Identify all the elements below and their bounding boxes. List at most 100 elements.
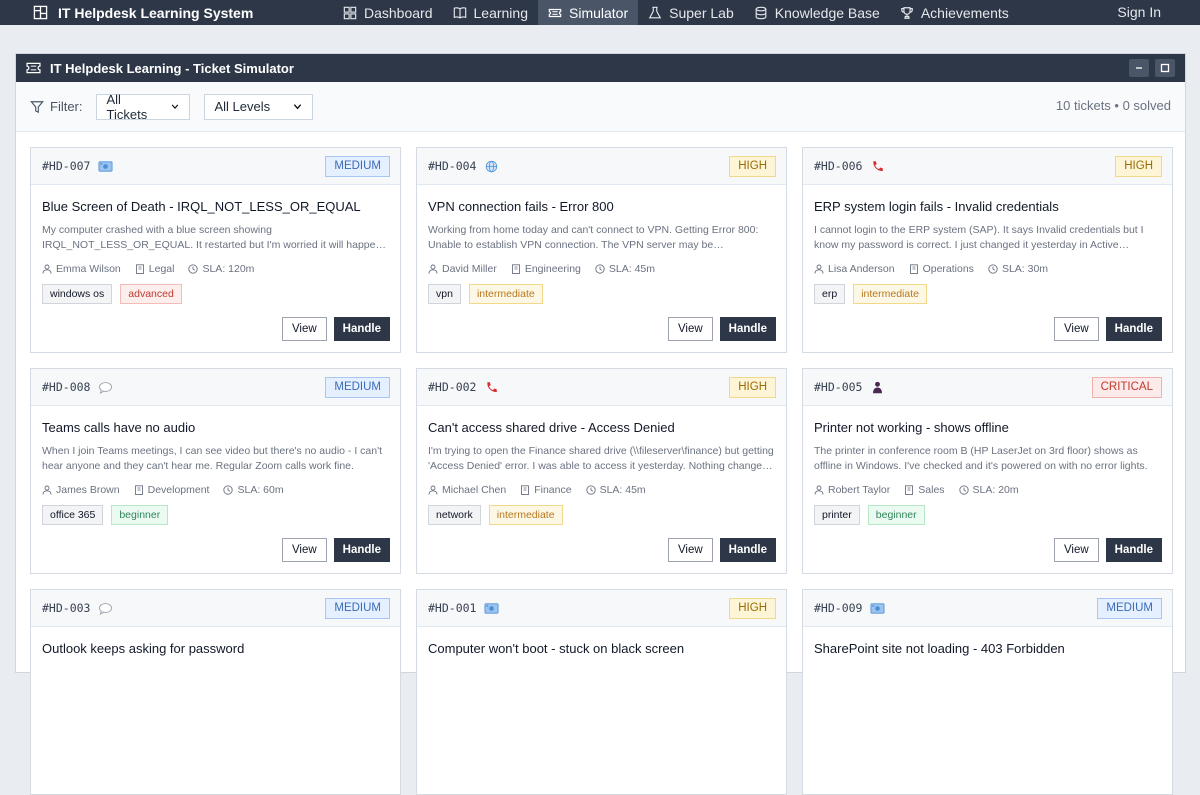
ticket-sla: SLA: 45m xyxy=(608,263,655,275)
ticket-user: Lisa Anderson xyxy=(828,263,895,275)
brand[interactable]: IT Helpdesk Learning System xyxy=(0,5,253,21)
view-button[interactable]: View xyxy=(281,317,327,341)
view-button[interactable]: View xyxy=(667,538,713,562)
category-tag: windows os xyxy=(42,284,113,304)
building-icon xyxy=(909,264,918,274)
ticket-card[interactable]: #HD-001 HIGH Computer won't boot - stuck o… xyxy=(416,589,787,795)
email-icon xyxy=(870,602,885,615)
ticket-title: Can't access shared drive - Access Denie… xyxy=(428,420,675,435)
view-button[interactable]: View xyxy=(1053,538,1099,562)
level-tag: intermediate xyxy=(468,284,543,304)
maximize-button[interactable] xyxy=(1155,59,1175,77)
ticket-sla: SLA: 120m xyxy=(202,263,255,275)
ticket-card[interactable]: #HD-009 MEDIUM SharePoint site not loading… xyxy=(802,589,1173,795)
ticket-meta: David Miller Engineering SLA: 45m xyxy=(428,263,775,275)
email-icon xyxy=(98,160,113,173)
handle-button[interactable]: Handle xyxy=(333,538,390,562)
ticket-card[interactable]: #HD-004 HIGH VPN connection fails - Error … xyxy=(416,147,787,353)
ticket-user: David Miller xyxy=(442,263,497,275)
handle-button[interactable]: Handle xyxy=(719,538,776,562)
ticket-department: Engineering xyxy=(524,263,581,275)
clock-icon xyxy=(585,485,596,495)
ticket-card-header: #HD-003 MEDIUM xyxy=(31,590,400,627)
maximize-icon xyxy=(1160,63,1170,73)
minimize-icon xyxy=(1136,67,1142,69)
nav-super-lab-label: Super Lab xyxy=(669,4,734,21)
building-icon xyxy=(135,264,144,274)
window-titlebar: IT Helpdesk Learning - Ticket Simulator xyxy=(16,54,1185,82)
level-tag: beginner xyxy=(867,505,925,525)
ticket-title: ERP system login fails - Invalid credent… xyxy=(814,199,1059,214)
nav-super-lab[interactable]: Super Lab xyxy=(638,0,744,25)
ticket-sla: SLA: 45m xyxy=(599,484,646,496)
view-button[interactable]: View xyxy=(281,538,327,562)
ticket-user: Emma Wilson xyxy=(56,263,121,275)
ticket-card[interactable]: #HD-003 MEDIUM Outlook keeps asking for pa… xyxy=(30,589,401,795)
priority-badge: MEDIUM xyxy=(1097,598,1162,619)
ticket-id: #HD-004 xyxy=(428,159,477,173)
minimize-button[interactable] xyxy=(1129,59,1149,77)
ticket-department: Operations xyxy=(922,263,974,275)
view-button[interactable]: View xyxy=(667,317,713,341)
building-icon xyxy=(134,485,143,495)
ticket-id: #HD-006 xyxy=(814,159,863,173)
ticket-tags: network intermediate xyxy=(428,505,775,525)
ticket-description: I cannot login to the ERP system (SAP). … xyxy=(814,224,1144,251)
ticket-tags: windows os advanced xyxy=(42,284,389,304)
user-icon xyxy=(42,264,52,274)
ticket-department: Development xyxy=(147,484,210,496)
ticket-meta: James Brown Development SLA: 60m xyxy=(42,484,389,496)
ticket-sla: SLA: 60m xyxy=(237,484,284,496)
ticket-count: 10 tickets • 0 solved xyxy=(1055,98,1171,113)
ticket-filter-select[interactable]: All Tickets xyxy=(95,92,190,122)
nav-learning[interactable]: Learning xyxy=(443,0,539,25)
nav-learning-label: Learning xyxy=(473,4,529,21)
nav-knowledge-base[interactable]: Knowledge Base xyxy=(744,0,890,25)
nav-dashboard[interactable]: Dashboard xyxy=(333,0,443,25)
app-title: IT Helpdesk Learning System xyxy=(58,4,254,21)
ticket-title: VPN connection fails - Error 800 xyxy=(428,199,614,214)
database-icon xyxy=(755,6,767,19)
ticket-card[interactable]: #HD-007 MEDIUM Blue Screen of Death - IRQL… xyxy=(30,147,401,353)
dashboard-icon xyxy=(343,6,357,19)
ticket-id: #HD-007 xyxy=(42,159,91,173)
email-icon xyxy=(484,602,499,615)
filter-toolbar: Filter: All Tickets All Levels 10 ticket… xyxy=(16,82,1185,132)
priority-badge: HIGH xyxy=(729,377,776,398)
user-icon xyxy=(428,264,438,274)
ticket-card[interactable]: #HD-005 CRITICAL Printer not working - sho… xyxy=(802,368,1173,574)
flask-icon xyxy=(648,6,662,18)
priority-badge: HIGH xyxy=(729,598,776,619)
level-filter-select[interactable]: All Levels xyxy=(203,93,313,120)
view-button[interactable]: View xyxy=(1053,317,1099,341)
ticket-id: #HD-005 xyxy=(814,380,863,394)
nav-simulator[interactable]: Simulator xyxy=(538,0,639,25)
book-icon xyxy=(453,6,466,18)
ticket-card-header: #HD-002 HIGH xyxy=(417,369,786,406)
ticket-icon xyxy=(26,62,41,74)
chevron-down-icon xyxy=(171,104,178,110)
nav-achievements[interactable]: Achievements xyxy=(890,0,1019,25)
ticket-title: Printer not working - shows offline xyxy=(814,420,1009,435)
ticket-card[interactable]: #HD-002 HIGH Can't access shared drive - A… xyxy=(416,368,787,574)
phone-icon xyxy=(870,160,885,173)
ticket-card[interactable]: #HD-006 HIGH ERP system login fails - Inva… xyxy=(802,147,1173,353)
window-title: IT Helpdesk Learning - Ticket Simulator xyxy=(50,60,294,76)
priority-badge: MEDIUM xyxy=(325,156,390,177)
level-tag: beginner xyxy=(111,505,169,525)
handle-button[interactable]: Handle xyxy=(333,317,390,341)
ticket-user: Michael Chen xyxy=(442,484,507,496)
chat-icon xyxy=(98,381,113,394)
sign-in-link[interactable]: Sign In xyxy=(1117,0,1161,25)
ticket-id: #HD-009 xyxy=(814,601,863,615)
handle-button[interactable]: Handle xyxy=(719,317,776,341)
ticket-card[interactable]: #HD-008 MEDIUM Teams calls have no audio Wh… xyxy=(30,368,401,574)
ticket-card-header: #HD-009 MEDIUM xyxy=(803,590,1172,627)
handle-button[interactable]: Handle xyxy=(1105,317,1162,341)
ticket-user: James Brown xyxy=(56,484,120,496)
handle-button[interactable]: Handle xyxy=(1105,538,1162,562)
filter-label: Filter: xyxy=(30,99,83,114)
ticket-department: Sales xyxy=(918,484,945,496)
clock-icon xyxy=(223,485,234,495)
ticket-meta: Michael Chen Finance SLA: 45m xyxy=(428,484,775,496)
